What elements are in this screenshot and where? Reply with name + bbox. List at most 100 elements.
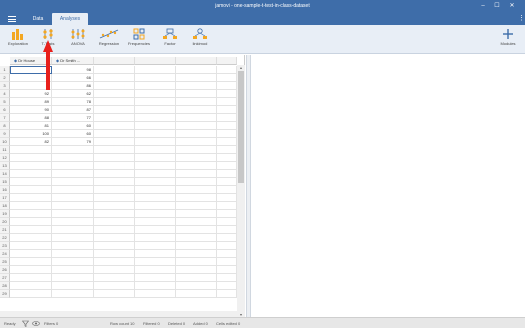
empty-cell[interactable] xyxy=(135,186,176,194)
row-number[interactable]: 2 xyxy=(0,74,10,82)
empty-cell[interactable] xyxy=(176,242,217,250)
table-cell[interactable] xyxy=(10,266,52,274)
table-cell[interactable] xyxy=(10,178,52,186)
table-cell[interactable] xyxy=(10,194,52,202)
empty-cell[interactable] xyxy=(217,90,237,98)
empty-cell[interactable] xyxy=(176,146,217,154)
empty-cell[interactable] xyxy=(217,162,237,170)
empty-cell[interactable] xyxy=(135,258,176,266)
table-cell[interactable]: 79 xyxy=(52,138,94,146)
table-cell[interactable] xyxy=(10,162,52,170)
row-number[interactable]: 8 xyxy=(0,122,10,130)
table-cell[interactable]: 77 xyxy=(52,114,94,122)
empty-cell[interactable] xyxy=(217,250,237,258)
row-number[interactable]: 20 xyxy=(0,218,10,226)
empty-cell[interactable] xyxy=(217,106,237,114)
empty-cell[interactable] xyxy=(94,170,135,178)
row-number[interactable]: 27 xyxy=(0,274,10,282)
empty-cell[interactable] xyxy=(217,274,237,282)
empty-cell[interactable] xyxy=(135,90,176,98)
table-cell[interactable] xyxy=(52,162,94,170)
table-cell[interactable] xyxy=(52,186,94,194)
empty-cell[interactable] xyxy=(176,106,217,114)
table-cell[interactable] xyxy=(52,178,94,186)
frequencies-button[interactable]: Frequencies xyxy=(124,28,154,46)
empty-cell[interactable] xyxy=(176,82,217,90)
empty-cell[interactable] xyxy=(217,130,237,138)
empty-cell[interactable] xyxy=(135,74,176,82)
row-number[interactable]: 3 xyxy=(0,82,10,90)
empty-cell[interactable] xyxy=(176,178,217,186)
table-cell[interactable]: 82 xyxy=(10,138,52,146)
empty-column-header[interactable] xyxy=(135,57,176,65)
table-cell[interactable] xyxy=(10,282,52,290)
table-cell[interactable] xyxy=(10,250,52,258)
tab-analyses[interactable]: Analyses xyxy=(52,13,88,25)
empty-cell[interactable] xyxy=(176,194,217,202)
empty-cell[interactable] xyxy=(176,274,217,282)
table-cell[interactable] xyxy=(52,202,94,210)
empty-cell[interactable] xyxy=(135,266,176,274)
table-cell[interactable] xyxy=(52,210,94,218)
empty-cell[interactable] xyxy=(94,122,135,130)
empty-cell[interactable] xyxy=(176,282,217,290)
empty-column-header[interactable] xyxy=(217,57,237,65)
table-cell[interactable]: 98 xyxy=(52,66,94,74)
row-number[interactable]: 11 xyxy=(0,146,10,154)
table-cell[interactable] xyxy=(10,290,52,298)
row-number[interactable]: 7 xyxy=(0,114,10,122)
scroll-up-icon[interactable]: ▴ xyxy=(238,65,244,70)
empty-cell[interactable] xyxy=(94,106,135,114)
table-cell[interactable]: 92 xyxy=(10,90,52,98)
empty-cell[interactable] xyxy=(135,106,176,114)
row-number[interactable]: 16 xyxy=(0,186,10,194)
table-cell[interactable] xyxy=(52,274,94,282)
empty-cell[interactable] xyxy=(94,250,135,258)
table-cell[interactable]: 60 xyxy=(52,122,94,130)
empty-cell[interactable] xyxy=(94,82,135,90)
empty-cell[interactable] xyxy=(176,170,217,178)
eye-icon[interactable] xyxy=(32,320,40,327)
table-cell[interactable] xyxy=(52,290,94,298)
empty-cell[interactable] xyxy=(176,130,217,138)
table-cell[interactable]: 100 xyxy=(10,130,52,138)
row-number[interactable]: 24 xyxy=(0,250,10,258)
table-cell[interactable]: 88 xyxy=(10,114,52,122)
anova-button[interactable]: ANOVA xyxy=(63,28,93,46)
empty-cell[interactable] xyxy=(94,114,135,122)
table-cell[interactable]: 89 xyxy=(10,98,52,106)
factor-button[interactable]: Factor xyxy=(155,28,185,46)
empty-cell[interactable] xyxy=(94,130,135,138)
table-cell[interactable]: 86 xyxy=(52,82,94,90)
table-cell[interactable]: 78 xyxy=(52,98,94,106)
empty-cell[interactable] xyxy=(135,274,176,282)
table-cell[interactable] xyxy=(10,258,52,266)
empty-cell[interactable] xyxy=(176,202,217,210)
empty-cell[interactable] xyxy=(94,98,135,106)
empty-cell[interactable] xyxy=(135,210,176,218)
table-cell[interactable]: 60 xyxy=(52,130,94,138)
empty-cell[interactable] xyxy=(94,90,135,98)
table-cell[interactable] xyxy=(52,250,94,258)
empty-column-header[interactable] xyxy=(176,57,217,65)
table-cell[interactable]: 87 xyxy=(52,106,94,114)
table-cell[interactable]: 62 xyxy=(52,90,94,98)
empty-cell[interactable] xyxy=(217,218,237,226)
empty-cell[interactable] xyxy=(217,194,237,202)
table-cell[interactable] xyxy=(10,218,52,226)
empty-cell[interactable] xyxy=(217,170,237,178)
vertical-scrollbar[interactable]: ▴ ▾ xyxy=(237,65,245,317)
table-cell[interactable] xyxy=(10,274,52,282)
empty-cell[interactable] xyxy=(135,130,176,138)
row-number[interactable]: 14 xyxy=(0,170,10,178)
empty-cell[interactable] xyxy=(217,234,237,242)
table-cell[interactable] xyxy=(10,202,52,210)
table-cell[interactable] xyxy=(10,226,52,234)
empty-cell[interactable] xyxy=(176,98,217,106)
empty-cell[interactable] xyxy=(176,90,217,98)
empty-cell[interactable] xyxy=(135,66,176,74)
table-cell[interactable] xyxy=(52,218,94,226)
empty-cell[interactable] xyxy=(217,282,237,290)
empty-cell[interactable] xyxy=(135,218,176,226)
empty-cell[interactable] xyxy=(94,66,135,74)
